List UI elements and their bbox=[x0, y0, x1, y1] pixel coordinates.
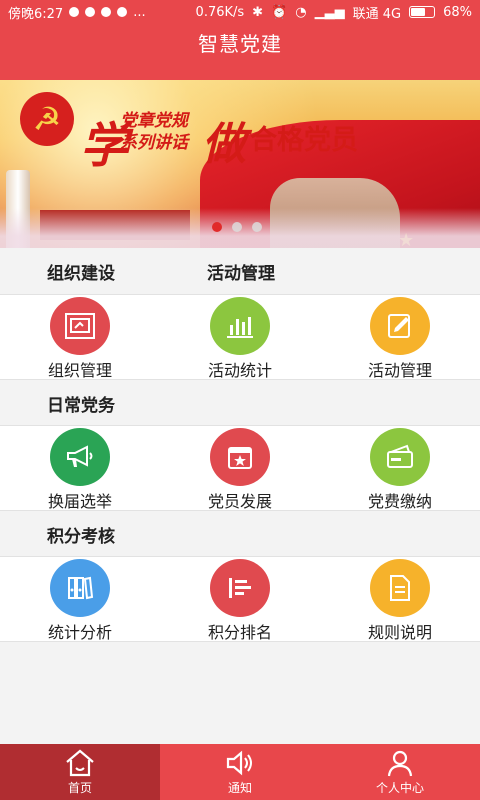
ranking-list-icon bbox=[210, 559, 270, 617]
menu-item-label: 积分排名 bbox=[207, 623, 272, 642]
bluetooth-icon: ✱ bbox=[252, 4, 264, 20]
chat-icon bbox=[101, 7, 112, 17]
bar-chart-icon bbox=[210, 297, 270, 355]
carousel-dot[interactable] bbox=[252, 222, 262, 232]
menu-grid: 组织管理 活动统计 活动管理 bbox=[0, 294, 480, 380]
alarm-icon: ⏰ bbox=[271, 4, 288, 20]
battery-percent: 68% bbox=[443, 4, 472, 20]
banner-line-2: 系列讲话 bbox=[120, 133, 188, 153]
section-title: 积分考核 bbox=[47, 526, 115, 547]
menu-item-activity-manage[interactable]: 活动管理 bbox=[320, 295, 480, 381]
menu-item-stats-analysis[interactable]: 统计分析 bbox=[0, 557, 160, 643]
menu-item-election[interactable]: 换届选举 bbox=[0, 426, 160, 512]
speaker-icon bbox=[226, 750, 252, 775]
menu-item-label: 统计分析 bbox=[47, 623, 112, 642]
banner-line-3: 合格党员 bbox=[250, 125, 358, 156]
section-title: 日常党务 bbox=[47, 395, 115, 416]
message-icon bbox=[85, 7, 96, 17]
edit-note-icon bbox=[370, 297, 430, 355]
section-header-daily: 日常党务 bbox=[0, 380, 480, 426]
flag-board-icon bbox=[50, 297, 110, 355]
menu-item-org-manage[interactable]: 组织管理 bbox=[0, 295, 160, 381]
menu-item-party-fee[interactable]: 党费缴纳 bbox=[320, 426, 480, 512]
carrier-label: 联通 4G bbox=[352, 6, 402, 22]
signal-icon: ▁▃▅ bbox=[314, 4, 345, 20]
carousel-indicator bbox=[212, 222, 262, 232]
section-title: 活动管理 bbox=[207, 263, 275, 284]
notification-icon bbox=[69, 7, 80, 17]
app-notification-icon bbox=[117, 7, 128, 17]
more-notifications: ... bbox=[133, 4, 146, 20]
tab-notice[interactable]: 通知 bbox=[160, 744, 320, 800]
network-speed: 0.76K/s bbox=[195, 4, 245, 20]
section-title: 组织建设 bbox=[47, 263, 115, 284]
app-header: 智慧党建 bbox=[0, 24, 480, 80]
battery-icon bbox=[409, 6, 436, 18]
binders-icon bbox=[50, 559, 110, 617]
menu-item-rules[interactable]: 规则说明 bbox=[320, 557, 480, 643]
page-title: 智慧党建 bbox=[198, 32, 282, 56]
banner-line-group: 党章党规 系列讲话 bbox=[120, 110, 188, 154]
wallet-card-icon bbox=[370, 428, 430, 486]
menu-item-score-ranking[interactable]: 积分排名 bbox=[160, 557, 320, 643]
menu-item-label: 换届选举 bbox=[47, 492, 112, 511]
banner-line-1: 党章党规 bbox=[120, 111, 188, 131]
tab-profile[interactable]: 个人中心 bbox=[320, 744, 480, 800]
banner-carousel[interactable]: ★ ★ ★ ★ ☭ 学 党章党规 系列讲话 做 合格党员 bbox=[0, 80, 480, 248]
menu-grid: 统计分析 积分排名 规则说明 bbox=[0, 556, 480, 642]
carousel-dot[interactable] bbox=[232, 222, 242, 232]
menu-grid: 换届选举 党员发展 党费缴纳 bbox=[0, 425, 480, 511]
menu-item-member-development[interactable]: 党员发展 bbox=[160, 426, 320, 512]
menu-item-label: 规则说明 bbox=[367, 623, 432, 642]
carousel-dot[interactable] bbox=[212, 222, 222, 232]
home-icon bbox=[66, 749, 94, 776]
status-time: 傍晚6:27 bbox=[8, 6, 64, 22]
user-icon bbox=[387, 750, 413, 776]
menu-item-activity-stats[interactable]: 活动统计 bbox=[160, 295, 320, 381]
menu-item-label: 活动管理 bbox=[367, 361, 432, 380]
tab-label: 个人中心 bbox=[375, 780, 424, 795]
menu-item-label: 党员发展 bbox=[207, 492, 272, 511]
menu-item-label: 活动统计 bbox=[207, 361, 272, 380]
menu-item-label: 党费缴纳 bbox=[367, 492, 432, 511]
bottom-tab-bar: 首页 通知 个人中心 bbox=[0, 744, 480, 800]
tab-home[interactable]: 首页 bbox=[0, 744, 160, 800]
section-header-org: 组织建设 活动管理 bbox=[0, 248, 480, 294]
section-header-score: 积分考核 bbox=[0, 511, 480, 557]
banner-headline: 学 党章党规 系列讲话 做 合格党员 bbox=[80, 106, 380, 174]
menu-item-label: 组织管理 bbox=[47, 361, 112, 380]
wifi-icon: ◔ bbox=[295, 4, 307, 20]
document-icon bbox=[370, 559, 430, 617]
party-emblem-icon: ☭ bbox=[20, 92, 74, 146]
tab-label: 通知 bbox=[227, 780, 252, 795]
tab-label: 首页 bbox=[67, 780, 92, 795]
calendar-star-icon bbox=[210, 428, 270, 486]
banner-char-2: 做 bbox=[202, 119, 246, 170]
megaphone-icon bbox=[50, 428, 110, 486]
status-bar: 傍晚6:27 ... 0.76K/s ✱ ⏰ ◔ ▁▃▅ 联通 4G 68% bbox=[0, 0, 480, 24]
